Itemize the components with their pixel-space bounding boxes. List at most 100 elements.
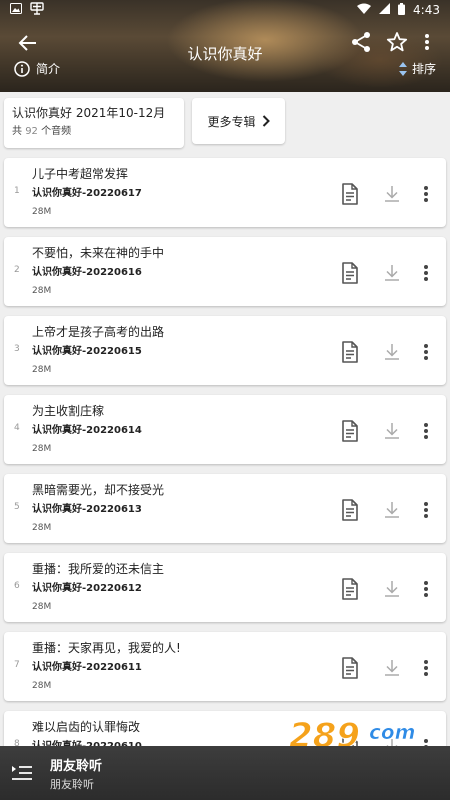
more-albums-button[interactable]: 更多专辑 <box>192 98 285 144</box>
album-count: 共 92 个音频 <box>12 124 176 140</box>
track-album: 认识你真好-20220612 <box>32 583 142 594</box>
track-list: 1 儿子中考超常发挥 认识你真好-20220617 28M 2 不要怕，未来在神… <box>4 158 446 790</box>
track-index: 4 <box>14 423 20 433</box>
playlist-icon <box>12 766 32 780</box>
download-icon <box>385 581 399 597</box>
track-size: 28M <box>32 602 52 612</box>
album-count-number: 92 <box>25 126 38 137</box>
track-item[interactable]: 3 上帝才是孩子高考的出路 认识你真好-20220615 28M <box>4 316 446 385</box>
track-index: 7 <box>14 660 20 670</box>
info-icon <box>14 60 30 77</box>
image-notification-icon <box>10 3 22 17</box>
track-title: 重播：天家再见，我爱的人! <box>32 641 181 655</box>
document-icon <box>342 578 358 600</box>
more-vertical-icon <box>424 265 428 281</box>
sort-icon <box>398 61 407 76</box>
transcript-button[interactable] <box>340 657 360 679</box>
battery-icon <box>398 2 406 18</box>
wifi-icon <box>357 3 372 17</box>
more-vertical-icon <box>424 581 428 597</box>
download-button[interactable] <box>382 579 402 599</box>
track-more-button[interactable] <box>420 262 432 284</box>
track-more-button[interactable] <box>420 183 432 205</box>
track-item[interactable]: 2 不要怕，未来在神的手中 认识你真好-20220616 28M <box>4 237 446 306</box>
download-icon <box>385 344 399 360</box>
album-count-prefix: 共 <box>12 126 22 137</box>
track-album: 认识你真好-20220615 <box>32 346 142 357</box>
track-size: 28M <box>32 681 52 691</box>
track-index: 6 <box>14 581 20 591</box>
signal-icon <box>379 3 391 17</box>
track-more-button[interactable] <box>420 420 432 442</box>
track-more-button[interactable] <box>420 341 432 363</box>
more-albums-label: 更多专辑 <box>207 114 256 129</box>
track-title: 难以启齿的认罪悔改 <box>32 720 141 734</box>
status-time: 4:43 <box>413 3 440 17</box>
track-album: 认识你真好-20220617 <box>32 188 142 199</box>
track-title: 儿子中考超常发挥 <box>32 167 129 181</box>
album-header: 4:43 认识你真好 简介 排序 <box>0 0 450 92</box>
app-notification-icon <box>30 2 44 18</box>
track-item[interactable]: 5 黑暗需要光，却不接受光 认识你真好-20220613 28M <box>4 474 446 543</box>
document-icon <box>342 420 358 442</box>
status-bar: 4:43 <box>0 0 450 20</box>
playlist-button[interactable] <box>10 762 34 784</box>
intro-label: 简介 <box>36 62 61 76</box>
document-icon <box>342 499 358 521</box>
track-title: 不要怕，未来在神的手中 <box>32 246 165 260</box>
transcript-button[interactable] <box>340 578 360 600</box>
track-size: 28M <box>32 444 52 454</box>
mini-player[interactable]: 朋友聆听 朋友聆听 <box>0 746 450 800</box>
track-more-button[interactable] <box>420 657 432 679</box>
track-more-button[interactable] <box>420 578 432 600</box>
download-button[interactable] <box>382 263 402 283</box>
transcript-button[interactable] <box>340 499 360 521</box>
sort-button[interactable]: 排序 <box>398 60 436 77</box>
album-count-suffix: 个音频 <box>41 126 72 137</box>
download-icon <box>385 660 399 676</box>
transcript-button[interactable] <box>340 341 360 363</box>
album-name: 认识你真好 2021年10-12月 <box>12 106 166 120</box>
track-more-button[interactable] <box>420 499 432 521</box>
track-size: 28M <box>32 207 52 217</box>
track-index: 1 <box>14 186 20 196</box>
track-title: 重播：我所爱的还未信主 <box>32 562 165 576</box>
more-vertical-icon <box>424 344 428 360</box>
download-button[interactable] <box>382 184 402 204</box>
download-button[interactable] <box>382 658 402 678</box>
track-title: 黑暗需要光，却不接受光 <box>32 483 165 497</box>
download-button[interactable] <box>382 500 402 520</box>
track-album: 认识你真好-20220614 <box>32 425 142 436</box>
track-item[interactable]: 4 为主收割庄稼 认识你真好-20220614 28M <box>4 395 446 464</box>
download-icon <box>385 423 399 439</box>
download-icon <box>385 502 399 518</box>
track-item[interactable]: 6 重播：我所爱的还未信主 认识你真好-20220612 28M <box>4 553 446 622</box>
intro-button[interactable]: 简介 <box>14 60 60 77</box>
track-index: 5 <box>14 502 20 512</box>
more-vertical-icon <box>424 502 428 518</box>
document-icon <box>342 341 358 363</box>
download-button[interactable] <box>382 421 402 441</box>
sort-label: 排序 <box>411 62 436 76</box>
player-title: 朋友聆听 <box>50 759 103 774</box>
track-album: 认识你真好-20220616 <box>32 267 142 278</box>
transcript-button[interactable] <box>340 183 360 205</box>
player-subtitle: 朋友聆听 <box>50 778 94 791</box>
track-title: 上帝才是孩子高考的出路 <box>32 325 165 339</box>
track-size: 28M <box>32 286 52 296</box>
track-index: 2 <box>14 265 20 275</box>
track-item[interactable]: 1 儿子中考超常发挥 认识你真好-20220617 28M <box>4 158 446 227</box>
track-item[interactable]: 7 重播：天家再见，我爱的人! 认识你真好-20220611 28M <box>4 632 446 701</box>
download-icon <box>385 186 399 202</box>
album-info-card[interactable]: 认识你真好 2021年10-12月 共 92 个音频 <box>4 98 184 148</box>
more-vertical-icon <box>424 186 428 202</box>
transcript-button[interactable] <box>340 420 360 442</box>
transcript-button[interactable] <box>340 262 360 284</box>
more-vertical-icon <box>424 660 428 676</box>
document-icon <box>342 657 358 679</box>
download-button[interactable] <box>382 342 402 362</box>
download-icon <box>385 265 399 281</box>
more-vertical-icon <box>424 423 428 439</box>
chevron-right-icon <box>262 115 270 127</box>
document-icon <box>342 262 358 284</box>
